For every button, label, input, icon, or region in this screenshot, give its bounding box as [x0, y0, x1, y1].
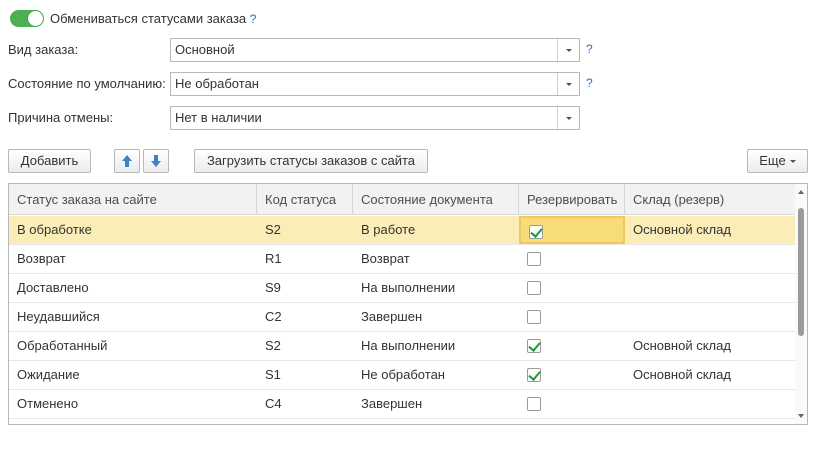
cell-warehouse [625, 274, 795, 302]
cell-warehouse [625, 245, 795, 273]
cell-status: Доставлено [17, 280, 89, 295]
cell-code: C2 [265, 309, 282, 324]
table-row[interactable]: Ожидание S1 Не обработан Основной склад [9, 361, 795, 390]
cell-state: На выполнении [361, 280, 456, 295]
cell-status: Обработанный [17, 338, 108, 353]
cell-code: S9 [265, 280, 281, 295]
statuses-table[interactable]: Статус заказа на сайте Код статуса Состо… [8, 183, 808, 425]
help-icon[interactable]: ? [250, 12, 257, 26]
cell-reserve[interactable] [519, 332, 625, 360]
cell-reserve[interactable] [519, 361, 625, 389]
cell-status: Неудавшийся [17, 309, 100, 324]
more-button[interactable]: Еще [747, 149, 808, 173]
cell-code: S2 [265, 222, 281, 237]
column-header-code[interactable]: Код статуса [257, 184, 353, 215]
table-row[interactable]: Возврат R1 Возврат [9, 245, 795, 274]
cell-warehouse [625, 303, 795, 331]
chevron-down-icon[interactable] [557, 73, 579, 95]
cell-status: В обработке [17, 222, 92, 237]
cell-warehouse [625, 390, 795, 418]
cell-warehouse: Основной склад [633, 367, 731, 382]
table-row[interactable]: Отменено C4 Завершен [9, 390, 795, 419]
default-state-select[interactable]: Не обработан [170, 72, 580, 96]
load-statuses-button[interactable]: Загрузить статусы заказов с сайта [194, 149, 428, 173]
cell-state: Завершен [361, 396, 423, 411]
cancel-reason-label: Причина отмены: [8, 110, 114, 125]
scroll-up-icon[interactable] [798, 190, 804, 194]
reserve-checkbox[interactable] [529, 225, 543, 239]
table-header: Статус заказа на сайте Код статуса Состо… [9, 184, 795, 215]
column-header-state[interactable]: Состояние документа [353, 184, 519, 215]
cell-code: R1 [265, 251, 282, 266]
reserve-checkbox[interactable] [527, 310, 541, 324]
cell-reserve[interactable] [519, 245, 625, 273]
reserve-checkbox[interactable] [527, 368, 541, 382]
cell-warehouse: Основной склад [633, 222, 731, 237]
reserve-checkbox[interactable] [527, 397, 541, 411]
add-button[interactable]: Добавить [8, 149, 91, 173]
toggle-label-text: Обмениваться статусами заказа [50, 11, 247, 26]
table-row[interactable]: В обработке S2 В работе Основной склад [9, 216, 795, 245]
exchange-statuses-toggle[interactable] [10, 10, 44, 27]
cell-status: Отменено [17, 396, 79, 411]
cell-reserve[interactable] [519, 303, 625, 331]
cell-status: Возврат [17, 251, 66, 266]
chevron-down-icon [789, 160, 796, 164]
vertical-scrollbar[interactable] [795, 184, 807, 424]
cell-code: C4 [265, 396, 282, 411]
help-icon[interactable]: ? [586, 42, 593, 56]
cancel-reason-value: Нет в наличии [175, 110, 262, 125]
move-down-button[interactable] [143, 149, 169, 173]
order-type-label: Вид заказа: [8, 42, 79, 57]
arrow-up-icon [122, 155, 132, 167]
reserve-checkbox[interactable] [527, 339, 541, 353]
chevron-down-icon[interactable] [557, 107, 579, 129]
default-state-value: Не обработан [175, 76, 259, 91]
scrollbar-thumb[interactable] [798, 208, 804, 336]
cell-state: Возврат [361, 251, 410, 266]
cell-state: В работе [361, 222, 416, 237]
column-header-warehouse[interactable]: Склад (резерв) [625, 184, 795, 215]
help-icon[interactable]: ? [586, 76, 593, 90]
arrow-down-icon [151, 155, 161, 167]
column-header-reserve[interactable]: Резервировать [519, 184, 625, 215]
cell-state: Завершен [361, 309, 423, 324]
cell-reserve[interactable] [519, 274, 625, 302]
reserve-checkbox[interactable] [527, 281, 541, 295]
cell-state: Не обработан [361, 367, 445, 382]
move-up-button[interactable] [114, 149, 140, 173]
scroll-down-icon[interactable] [798, 414, 804, 418]
chevron-down-icon[interactable] [557, 39, 579, 61]
cell-code: S2 [265, 338, 281, 353]
column-header-status[interactable]: Статус заказа на сайте [9, 184, 257, 215]
cell-state: На выполнении [361, 338, 456, 353]
cell-warehouse: Основной склад [633, 338, 731, 353]
cell-reserve[interactable] [519, 216, 625, 244]
default-state-label: Состояние по умолчанию: [8, 76, 166, 91]
cancel-reason-select[interactable]: Нет в наличии [170, 106, 580, 130]
toggle-knob [28, 11, 43, 26]
order-type-value: Основной [175, 42, 235, 57]
exchange-statuses-label: Обмениваться статусами заказа ? [50, 10, 256, 28]
cell-status: Ожидание [17, 367, 80, 382]
order-type-select[interactable]: Основной [170, 38, 580, 62]
table-row[interactable]: Обработанный S2 На выполнении Основной скла… [9, 332, 795, 361]
cell-reserve[interactable] [519, 390, 625, 418]
table-row[interactable]: Неудавшийся C2 Завершен [9, 303, 795, 332]
more-label: Еще [759, 153, 786, 168]
cell-code: S1 [265, 367, 281, 382]
reserve-checkbox[interactable] [527, 252, 541, 266]
table-row[interactable]: Доставлено S9 На выполнении [9, 274, 795, 303]
